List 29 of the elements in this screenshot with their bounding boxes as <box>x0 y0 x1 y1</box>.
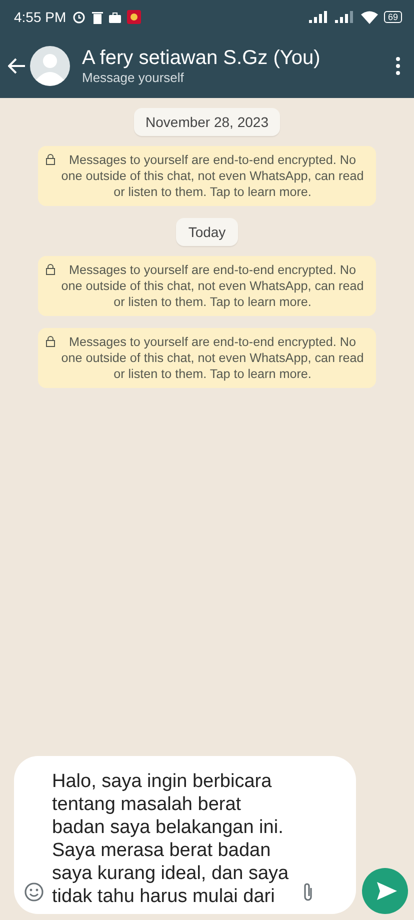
avatar[interactable] <box>30 46 70 86</box>
trash-icon <box>92 10 104 24</box>
paperclip-icon[interactable] <box>302 882 314 902</box>
alarm-icon <box>72 10 86 24</box>
app-icon <box>127 10 142 24</box>
menu-icon[interactable] <box>396 57 400 75</box>
date-chip: Today <box>176 218 238 246</box>
notice-text: Messages to yourself are end-to-end encrypted. No one outside of this chat, not even WhatsApp, can read or listen to them. Tap to learn more. <box>60 262 365 310</box>
lock-icon <box>46 154 55 165</box>
wifi-icon <box>360 10 378 24</box>
back-arrow-icon[interactable] <box>8 58 26 74</box>
send-icon <box>376 882 396 900</box>
notice-text: Messages to yourself are end-to-end encrypted. No one outside of this chat, not even WhatsApp, can read or listen to them. Tap to learn more. <box>60 152 365 200</box>
signal-icon <box>308 11 329 23</box>
battery-indicator: 69 <box>384 11 402 23</box>
encryption-notice[interactable]: Messages to yourself are end-to-end encrypted. No one outside of this chat, not even WhatsApp, can read or listen to them. Tap to learn more. <box>38 256 376 316</box>
lock-icon <box>46 264 55 275</box>
contact-subtitle: Message yourself <box>82 70 185 85</box>
encryption-notice[interactable]: Messages to yourself are end-to-end encrypted. No one outside of this chat, not even WhatsApp, can read or listen to them. Tap to learn more. <box>38 146 376 206</box>
emoji-icon[interactable] <box>24 882 44 902</box>
encryption-notice[interactable]: Messages to yourself are end-to-end encrypted. No one outside of this chat, not even WhatsApp, can read or listen to them. Tap to learn more. <box>38 328 376 388</box>
briefcase-icon <box>109 12 122 22</box>
send-button[interactable] <box>362 868 408 914</box>
notice-text: Messages to yourself are end-to-end encrypted. No one outside of this chat, not even WhatsApp, can read or listen to them. Tap to learn more. <box>60 334 365 382</box>
lock-icon <box>46 336 55 347</box>
status-time: 4:55 PM <box>14 9 66 25</box>
contact-name[interactable]: A fery setiawan S.Gz (You) <box>82 47 392 70</box>
signal-icon <box>334 11 355 23</box>
date-chip: November 28, 2023 <box>134 108 280 136</box>
